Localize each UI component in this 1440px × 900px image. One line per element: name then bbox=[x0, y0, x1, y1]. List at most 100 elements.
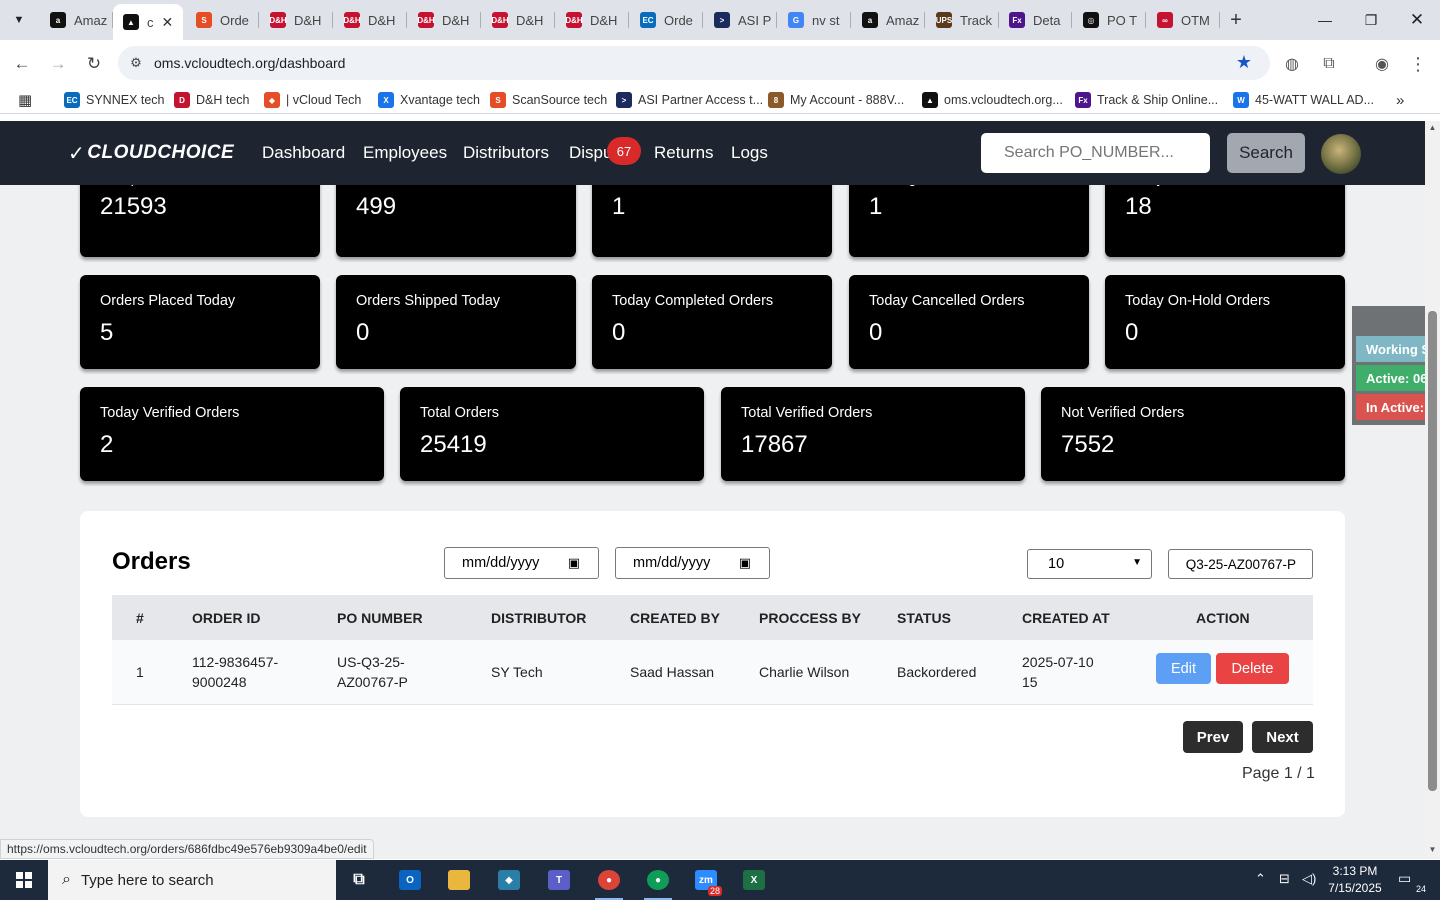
clock-time: 3:13 PM bbox=[1332, 864, 1378, 878]
system-clock[interactable]: 3:13 PM 7/15/2025 bbox=[1326, 863, 1384, 897]
reload-icon[interactable]: ↻ bbox=[80, 50, 108, 78]
start-button[interactable] bbox=[0, 860, 48, 900]
row-status: Backordered bbox=[897, 664, 977, 680]
bookmark-favicon-icon: Fx bbox=[1075, 92, 1091, 108]
bookmark-item[interactable]: ▲ oms.vcloudtech.org... bbox=[922, 90, 1063, 110]
scrollbar-thumb[interactable] bbox=[1428, 311, 1437, 791]
translate-globe-icon[interactable]: ◍ bbox=[1280, 52, 1304, 76]
date-from-input[interactable]: mm/dd/yyyy ▣ bbox=[444, 547, 599, 579]
browser-tab[interactable]: EC Orde bbox=[630, 4, 703, 36]
date-from-placeholder: mm/dd/yyyy bbox=[462, 555, 540, 571]
date-to-input[interactable]: mm/dd/yyyy ▣ bbox=[615, 547, 770, 579]
calendar-icon[interactable]: ▣ bbox=[739, 555, 751, 571]
bookmark-item[interactable]: X Xvantage tech bbox=[378, 90, 480, 110]
chrome-menu-kebab-icon[interactable]: ⋮ bbox=[1406, 52, 1430, 76]
page-scrollbar[interactable]: ▲ ▼ bbox=[1425, 121, 1440, 859]
browser-tab[interactable]: ∞ OTM bbox=[1147, 4, 1220, 36]
edit-button[interactable]: Edit bbox=[1156, 653, 1211, 684]
browser-tab[interactable]: Fx Deta bbox=[999, 4, 1072, 36]
chrome-profile-icon[interactable]: ● bbox=[640, 866, 676, 900]
nav-distributors[interactable]: Distributors bbox=[463, 143, 549, 163]
browser-tab[interactable]: > ASI P bbox=[704, 4, 777, 36]
calendar-icon[interactable]: ▣ bbox=[568, 555, 580, 571]
tab-title: c bbox=[147, 14, 154, 30]
browser-tab[interactable]: D&H D&H bbox=[482, 4, 555, 36]
task-view-icon[interactable]: ⧉ bbox=[341, 866, 377, 894]
col-distributor: DISTRIBUTOR bbox=[491, 610, 587, 626]
network-icon[interactable]: ⊟ bbox=[1279, 871, 1290, 887]
next-page-button[interactable]: Next bbox=[1252, 721, 1313, 753]
orders-search-input[interactable]: Q3-25-AZ00767-P bbox=[1168, 549, 1313, 579]
scroll-down-arrow-icon[interactable]: ▼ bbox=[1425, 845, 1440, 854]
close-window-icon[interactable]: ✕ bbox=[1394, 6, 1440, 34]
chrome-icon[interactable]: ● bbox=[591, 866, 627, 900]
user-avatar[interactable] bbox=[1321, 134, 1361, 174]
browser-tab[interactable]: Gnv st bbox=[778, 4, 851, 36]
bookmark-item[interactable]: D D&H tech bbox=[174, 90, 250, 110]
po-number-search-input[interactable] bbox=[981, 133, 1210, 173]
back-arrow-icon[interactable]: ← bbox=[8, 50, 36, 78]
browser-tab[interactable]: a Amaz bbox=[852, 4, 925, 36]
scroll-up-arrow-icon[interactable]: ▲ bbox=[1425, 123, 1440, 132]
url-text[interactable]: oms.vcloudtech.org/dashboard bbox=[154, 55, 345, 71]
browser-tab[interactable]: S Orde bbox=[186, 4, 259, 36]
file-explorer-icon[interactable] bbox=[441, 866, 477, 894]
tab-favicon-icon: D&H bbox=[417, 12, 435, 28]
taskbar-search-box[interactable]: ⌕ Type here to search bbox=[48, 860, 336, 900]
nav-employees[interactable]: Employees bbox=[363, 143, 447, 163]
browser-tab[interactable]: D&H D&H bbox=[556, 4, 629, 36]
profile-icon[interactable]: ◉ bbox=[1370, 52, 1394, 76]
browser-tab[interactable]: ◎ PO T bbox=[1073, 4, 1146, 36]
orders-search-value: Q3-25-AZ00767-P bbox=[1185, 556, 1296, 572]
minimize-icon[interactable]: — bbox=[1302, 6, 1348, 34]
bookmark-star-icon[interactable]: ★ bbox=[1236, 52, 1252, 73]
browser-tab[interactable]: a Amaz bbox=[40, 4, 113, 36]
browser-tab[interactable]: D&H D&H bbox=[334, 4, 407, 36]
browser-tab[interactable]: ▲ c ✕ bbox=[113, 4, 183, 40]
bookmark-item[interactable]: Fx Track & Ship Online... bbox=[1075, 90, 1218, 110]
teams-icon[interactable]: T bbox=[541, 866, 577, 894]
browser-tab[interactable]: D&H D&H bbox=[260, 4, 333, 36]
stat-value: 7552 bbox=[1061, 431, 1115, 458]
cloudchoice-logo[interactable]: ✓ CLOUDCHOICE bbox=[68, 139, 234, 167]
tab-search-chevron-icon[interactable]: ▼ bbox=[6, 8, 32, 32]
forward-arrow-icon[interactable]: → bbox=[44, 50, 72, 78]
site-settings-icon[interactable]: ⚙ bbox=[118, 55, 154, 71]
working-status-widget[interactable]: Working Stat Active: 06:29 In Active: 01… bbox=[1352, 306, 1425, 425]
notification-center-icon[interactable]: ▭ 24 bbox=[1398, 870, 1426, 894]
nav-disputes[interactable]: Dispu bbox=[569, 143, 612, 163]
extensions-puzzle-icon[interactable]: ⧉ bbox=[1317, 52, 1341, 76]
apps-grid-icon[interactable]: ▦ bbox=[18, 90, 32, 110]
tab-title: Amaz bbox=[74, 12, 108, 28]
delete-button[interactable]: Delete bbox=[1216, 653, 1289, 684]
volume-icon[interactable]: ◁) bbox=[1302, 871, 1316, 887]
nav-dashboard[interactable]: Dashboard bbox=[262, 143, 345, 163]
bookmark-item[interactable]: > ASI Partner Access t... bbox=[616, 90, 763, 110]
app-diamond-icon[interactable]: ◆ bbox=[491, 866, 527, 894]
bookmark-item[interactable]: 8 My Account - 888V... bbox=[768, 90, 904, 110]
url-omnibox[interactable]: ⚙ oms.vcloudtech.org/dashboard ★ bbox=[118, 46, 1270, 80]
zoom-icon[interactable]: zm 28 bbox=[688, 866, 724, 896]
browser-tab[interactable]: D&H D&H bbox=[408, 4, 481, 36]
restore-icon[interactable]: ❐ bbox=[1348, 6, 1394, 34]
new-tab-plus-icon[interactable]: + bbox=[1224, 8, 1248, 32]
excel-icon[interactable]: X bbox=[736, 866, 772, 894]
close-tab-icon[interactable]: ✕ bbox=[162, 14, 174, 31]
outlook-icon[interactable]: O bbox=[392, 866, 428, 894]
bookmark-item[interactable]: S ScanSource tech bbox=[490, 90, 607, 110]
nav-returns[interactable]: Returns bbox=[654, 143, 714, 163]
stat-label: Not Verified Orders bbox=[1061, 405, 1185, 421]
search-button[interactable]: Search bbox=[1227, 133, 1305, 173]
bookmark-item[interactable]: ◆ | vCloud Tech bbox=[264, 90, 361, 110]
tray-chevron-up-icon[interactable]: ⌃ bbox=[1255, 871, 1266, 887]
nav-logs[interactable]: Logs bbox=[731, 143, 768, 163]
tab-favicon-icon: a bbox=[50, 12, 66, 28]
browser-tab[interactable]: UPS Track bbox=[926, 4, 999, 36]
page-size-select[interactable]: 10 ▼ bbox=[1027, 549, 1152, 579]
more-bookmarks-chevron-icon[interactable]: » bbox=[1396, 90, 1404, 110]
stat-label: Today Verified Orders bbox=[100, 405, 240, 421]
prev-page-button[interactable]: Prev bbox=[1183, 721, 1243, 753]
table-row[interactable]: 1 112-9836457- 9000248 US-Q3-25- AZ00767… bbox=[112, 640, 1313, 705]
bookmark-item[interactable]: EC SYNNEX tech bbox=[64, 90, 165, 110]
bookmark-item[interactable]: W 45-WATT WALL AD... bbox=[1233, 90, 1374, 110]
